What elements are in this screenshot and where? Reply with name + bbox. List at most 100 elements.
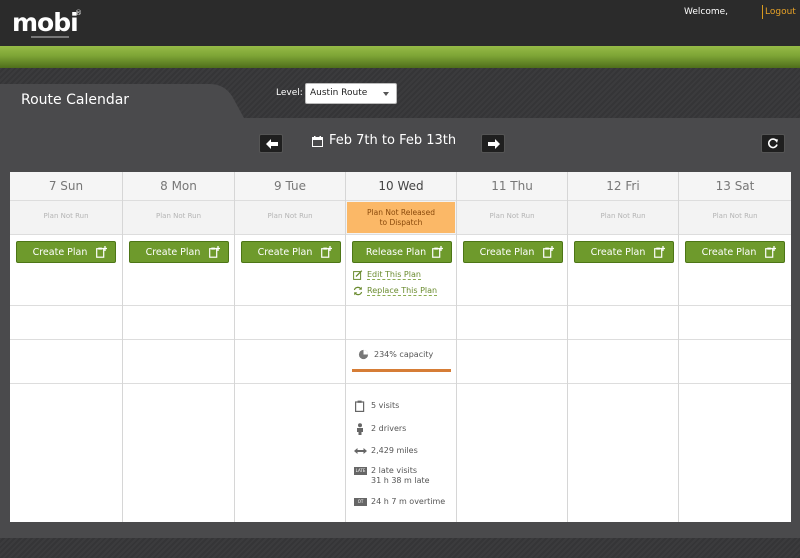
plan-status: Plan Not Run <box>712 212 758 220</box>
day-header: 7 Sun <box>10 172 122 201</box>
edit-plan-label: Edit This Plan <box>367 270 421 280</box>
row-divider <box>10 339 122 340</box>
plan-status: Plan Not Run <box>489 212 535 220</box>
route-calendar: 7 Sun Plan Not Run Create Plan 8 Mon Pla… <box>10 172 791 522</box>
day-column: 9 Tue Plan Not Run Create Plan <box>235 172 346 522</box>
calendar-icon <box>312 136 323 147</box>
plan-status: Plan Not Run <box>600 212 646 220</box>
late-visits-text: 2 late visits <box>371 466 418 475</box>
previous-week-button[interactable] <box>259 134 283 153</box>
create-plan-label: Create Plan <box>145 247 201 258</box>
create-plan-label: Create Plan <box>32 247 88 258</box>
row-divider <box>10 383 122 384</box>
create-plan-label: Create Plan <box>479 247 535 258</box>
create-plan-label: Create Plan <box>257 247 313 258</box>
create-plan-button[interactable]: Create Plan <box>463 241 563 263</box>
day-column: 8 Mon Plan Not Run Create Plan <box>123 172 235 522</box>
edit-plan-link[interactable]: Edit This Plan <box>353 270 421 280</box>
row-divider <box>123 383 234 384</box>
welcome-text: Welcome, <box>683 7 728 17</box>
row-divider <box>10 305 122 306</box>
pie-chart-icon <box>358 349 369 360</box>
row-divider <box>346 305 456 306</box>
next-week-button[interactable] <box>481 134 505 153</box>
clipboard-plus-icon <box>96 246 107 258</box>
page-title: Route Calendar <box>21 92 130 108</box>
row-divider <box>346 339 456 340</box>
plan-status-line-2: to Dispatch <box>379 218 423 227</box>
replace-plan-link[interactable]: Replace This Plan <box>353 286 438 296</box>
day-header: 11 Thu <box>457 172 567 201</box>
clipboard-plus-icon <box>765 246 776 258</box>
driver-icon <box>357 423 363 435</box>
level-label: Level: <box>276 88 303 98</box>
arrow-left-icon <box>266 139 278 149</box>
create-plan-button[interactable]: Create Plan <box>241 241 341 263</box>
late-badge-icon: LATE <box>354 467 367 475</box>
capacity-bar <box>352 369 451 372</box>
clipboard-plus-icon <box>209 246 220 258</box>
day-header: 12 Fri <box>568 172 678 201</box>
status-row: Plan Not Run <box>10 201 122 235</box>
row-divider <box>457 383 567 384</box>
plan-status: Plan Not Run <box>155 212 202 220</box>
overtime-badge-icon: OT <box>354 498 367 506</box>
chevron-down-icon <box>383 92 389 96</box>
day-header: 13 Sat <box>679 172 791 201</box>
day-column: 13 Sat Plan Not Run Create Plan <box>679 172 791 522</box>
refresh-button[interactable] <box>761 134 785 153</box>
clipboard-plus-icon <box>321 246 332 258</box>
registered-mark: ® <box>75 9 82 17</box>
arrow-right-icon <box>488 139 500 149</box>
day-column: 12 Fri Plan Not Run Create Plan <box>568 172 679 522</box>
day-column: 11 Thu Plan Not Run Create Plan <box>457 172 568 522</box>
capacity-info: 234% capacity <box>358 349 433 362</box>
day-header: 10 Wed <box>346 172 456 201</box>
plan-status-warning: Plan Not Released to Dispatch <box>347 202 455 233</box>
logout-link[interactable]: Logout <box>765 7 796 17</box>
logo: mobi <box>12 8 79 37</box>
create-plan-button[interactable]: Create Plan <box>16 241 116 263</box>
replace-icon <box>353 286 363 296</box>
create-plan-button[interactable]: Create Plan <box>685 241 785 263</box>
date-range-text: Feb 7th to Feb 13th <box>329 133 457 148</box>
logo-tagline <box>31 36 69 38</box>
overtime-text: 24 h 7 m overtime <box>371 497 446 506</box>
plan-status: Plan Not Run <box>43 212 89 220</box>
row-divider <box>679 383 791 384</box>
create-plan-label: Create Plan <box>590 247 646 258</box>
status-row: Plan Not Run <box>457 201 567 235</box>
create-plan-button[interactable]: Create Plan <box>129 241 229 263</box>
distance-arrows-icon <box>354 448 367 454</box>
row-divider <box>679 339 791 340</box>
create-plan-button[interactable]: Create Plan <box>574 241 674 263</box>
row-divider <box>568 383 678 384</box>
status-row: Plan Not Run <box>123 201 234 235</box>
row-divider <box>235 339 345 340</box>
day-header: 8 Mon <box>123 172 234 201</box>
replace-plan-label: Replace This Plan <box>367 286 438 296</box>
release-plan-label: Release Plan <box>365 247 427 258</box>
edit-icon <box>353 270 363 280</box>
status-row: Plan Not Run <box>235 201 345 235</box>
level-selected-value: Austin Route <box>310 88 368 98</box>
row-divider <box>457 339 567 340</box>
status-row: Plan Not Released to Dispatch <box>346 201 456 235</box>
day-column: 7 Sun Plan Not Run Create Plan <box>10 172 123 522</box>
row-divider <box>235 383 345 384</box>
row-divider <box>679 305 791 306</box>
row-divider <box>123 339 234 340</box>
visits-text: 5 visits <box>371 401 400 410</box>
release-plan-button[interactable]: Release Plan <box>352 241 452 263</box>
plan-status-line-1: Plan Not Released <box>367 208 435 217</box>
day-header: 9 Tue <box>235 172 345 201</box>
create-plan-label: Create Plan <box>701 247 757 258</box>
day-column-today: 10 Wed Plan Not Released to Dispatch Rel… <box>346 172 457 522</box>
plan-status: Plan Not Run <box>267 212 313 220</box>
refresh-icon <box>768 138 778 149</box>
green-band <box>0 46 800 68</box>
drivers-text: 2 drivers <box>371 424 407 433</box>
status-row: Plan Not Run <box>679 201 791 235</box>
level-select[interactable]: Austin Route <box>305 83 397 104</box>
header-divider <box>762 5 763 19</box>
